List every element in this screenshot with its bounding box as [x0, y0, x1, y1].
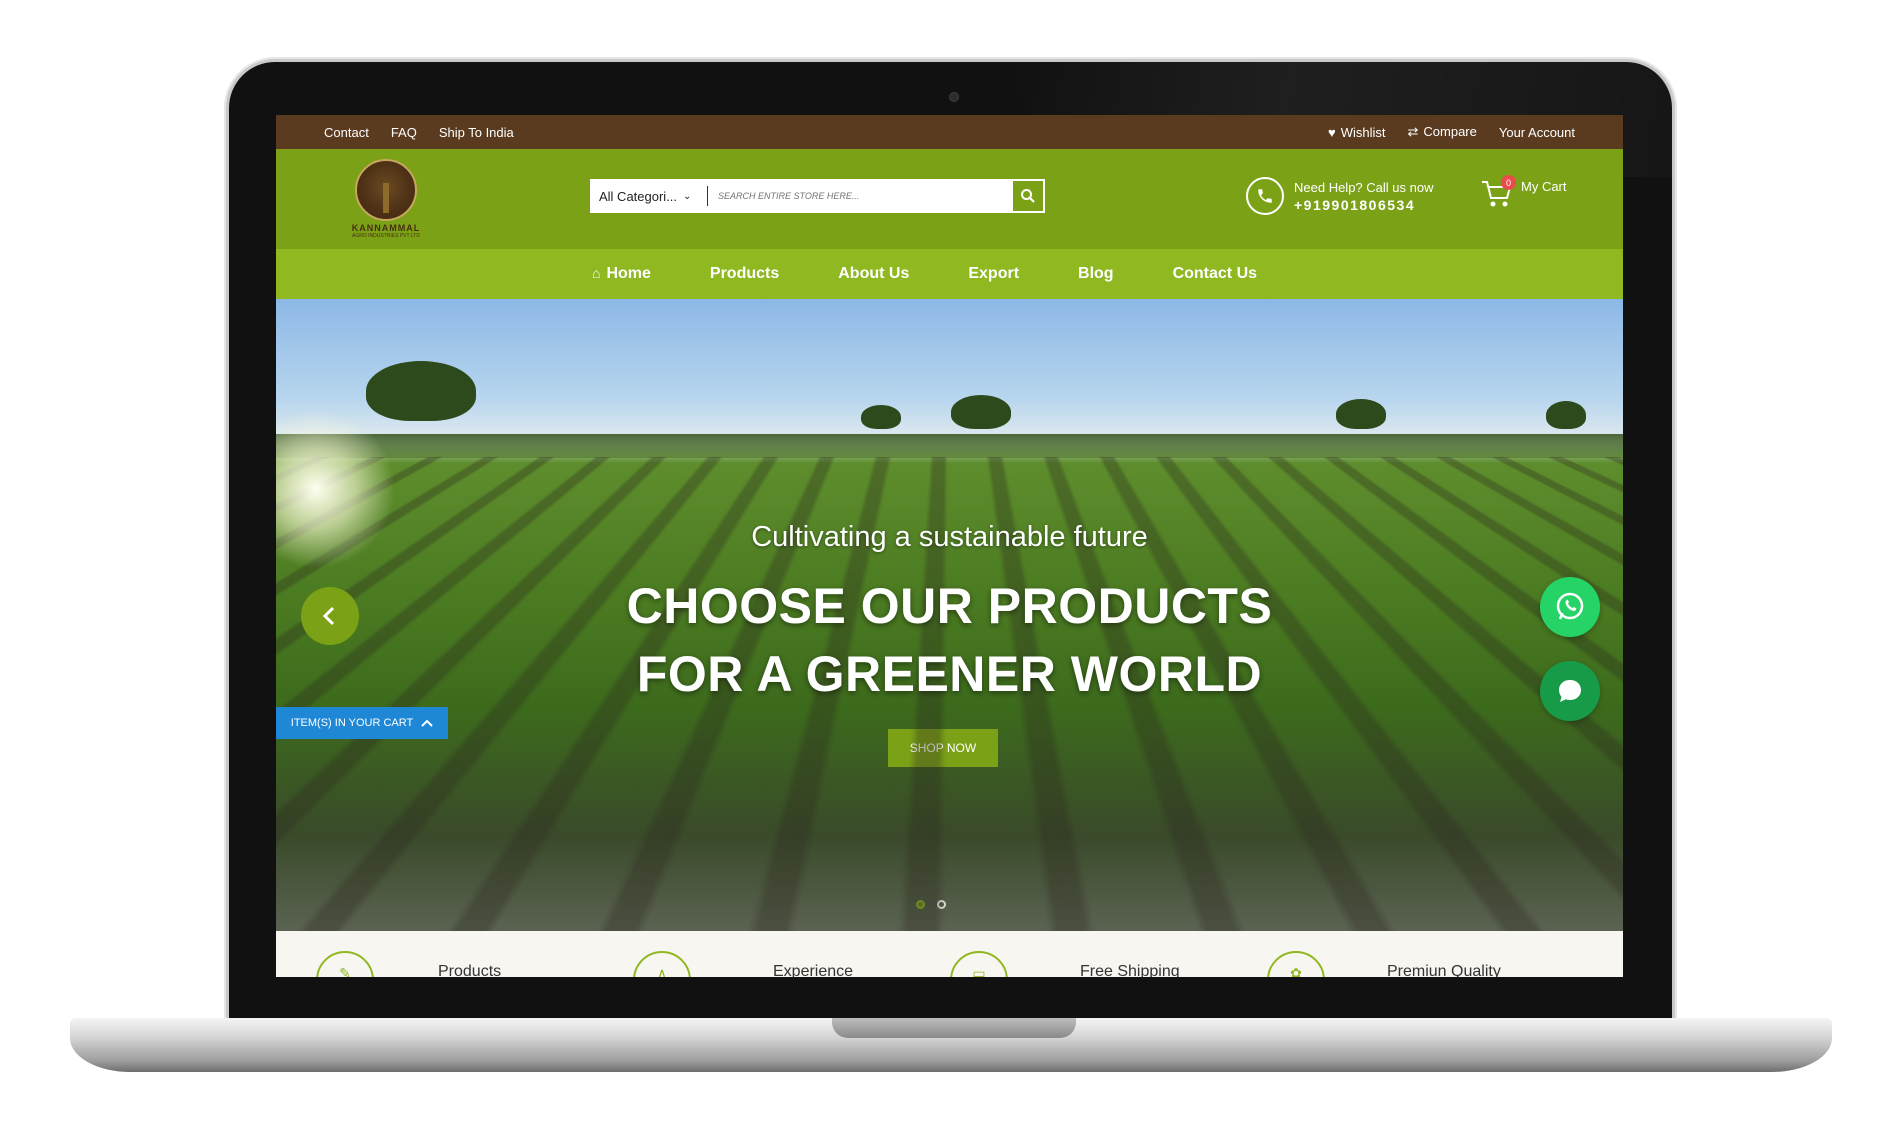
chat-bubble-icon	[1559, 680, 1581, 702]
camera-icon	[949, 92, 959, 102]
header: KANNAMMAL AGRO INDUSTRIES PVT LTD All Ca…	[276, 149, 1623, 249]
truck-icon: ▭	[950, 951, 1008, 977]
shop-now-button[interactable]: SHOP NOW	[888, 729, 998, 767]
category-select[interactable]: All Categori... ⌄	[590, 186, 708, 206]
wishlist-link[interactable]: ♥ Wishlist	[1328, 125, 1386, 140]
compare-label: Compare	[1423, 124, 1477, 139]
chat-button[interactable]	[1540, 661, 1600, 721]
feature-shipping: ▭ Free Shipping	[950, 951, 1180, 977]
logo-name: KANNAMMAL	[351, 223, 421, 233]
website-screen: Contact FAQ Ship To India ♥ Wishlist ⇄ Com…	[276, 115, 1623, 977]
cart-button[interactable]: 0 My Cart	[1481, 175, 1567, 209]
main-nav: ⌂ Home Products About Us Export Blog Cont…	[276, 249, 1623, 299]
leaf-icon: ✎	[316, 951, 374, 977]
hero-horizon	[276, 434, 1623, 458]
chevron-left-icon	[322, 606, 335, 626]
hero-subtitle: Cultivating a sustainable future	[751, 521, 1148, 553]
top-link-faq[interactable]: FAQ	[391, 125, 417, 140]
phone-icon	[1246, 177, 1284, 215]
logo-tree-icon	[355, 159, 417, 221]
feature-experience: ∧ Experience	[633, 951, 853, 977]
compare-link[interactable]: ⇄ Compare	[1407, 124, 1476, 140]
nav-item-products[interactable]: Products	[710, 265, 779, 283]
feature-label: Free Shipping	[1080, 963, 1180, 977]
category-value: All Categori...	[599, 188, 678, 204]
search-icon	[1021, 189, 1035, 203]
hero-headline-1: CHOOSE OUR PRODUCTS	[626, 578, 1273, 634]
nav-item-about[interactable]: About Us	[838, 265, 909, 283]
quality-icon: ✿	[1267, 951, 1325, 977]
feature-label: Products	[438, 963, 502, 977]
laptop-notch	[832, 1018, 1076, 1038]
search-input[interactable]	[708, 179, 1011, 213]
search-button[interactable]	[1011, 179, 1045, 213]
nav-item-export[interactable]: Export	[968, 265, 1019, 283]
top-links: Contact FAQ Ship To India	[324, 125, 514, 140]
award-icon: ∧	[633, 951, 691, 977]
cart-label: My Cart	[1521, 179, 1567, 194]
hero-tree	[1546, 401, 1586, 429]
feature-quality: ✿ Premiun Quality	[1267, 951, 1501, 977]
slider-dot-2[interactable]	[937, 900, 946, 909]
features-strip: ✎ Products ∧ Experience ▭ Free Shipping …	[276, 931, 1623, 977]
heart-icon: ♥	[1327, 124, 1336, 140]
help-label: Need Help? Call us now	[1294, 179, 1434, 195]
account-link[interactable]: Your Account	[1499, 125, 1575, 140]
slider-dots	[916, 900, 946, 909]
slider-dot-1[interactable]	[916, 900, 925, 909]
cart-items-tab[interactable]: ITEM(S) IN YOUR CART	[276, 707, 448, 739]
search-bar: All Categori... ⌄	[590, 179, 1045, 213]
nav-item-blog[interactable]: Blog	[1078, 265, 1114, 283]
chevron-down-icon: ⌄	[683, 190, 692, 202]
hero-tree	[366, 361, 476, 421]
logo[interactable]: KANNAMMAL AGRO INDUSTRIES PVT LTD	[344, 159, 428, 239]
top-link-ship[interactable]: Ship To India	[439, 125, 514, 140]
feature-products: ✎ Products	[316, 951, 501, 977]
hero-headline-2: FOR A GREENER WORLD	[636, 646, 1263, 702]
hero-tree	[1336, 399, 1386, 429]
help-contact[interactable]: Need Help? Call us now +919901806534	[1246, 177, 1433, 215]
slider-prev-button[interactable]	[301, 587, 359, 645]
chevron-up-icon	[421, 719, 433, 727]
help-phone[interactable]: +919901806534	[1294, 197, 1433, 213]
feature-label: Premiun Quality	[1387, 963, 1501, 977]
top-actions: ♥ Wishlist ⇄ Compare Your Account	[1328, 124, 1575, 140]
compare-icon: ⇄	[1407, 124, 1419, 139]
home-icon: ⌂	[591, 265, 601, 281]
nav-item-home[interactable]: ⌂ Home	[592, 265, 651, 283]
wishlist-label: Wishlist	[1340, 124, 1386, 140]
whatsapp-button[interactable]	[1540, 577, 1600, 637]
logo-tagline: AGRO INDUSTRIES PVT LTD	[352, 233, 420, 239]
nav-home-label: Home	[606, 265, 651, 282]
whatsapp-icon	[1556, 592, 1584, 620]
hero-slider: Cultivating a sustainable future CHOOSE …	[276, 299, 1623, 931]
nav-item-contact[interactable]: Contact Us	[1173, 265, 1257, 283]
top-link-contact[interactable]: Contact	[324, 125, 369, 140]
cart-tab-label: ITEM(S) IN YOUR CART	[290, 717, 414, 729]
hero-tree	[861, 405, 901, 429]
hero-tree	[951, 395, 1011, 429]
feature-label: Experience	[773, 963, 854, 977]
cart-count-badge: 0	[1501, 175, 1516, 190]
top-bar: Contact FAQ Ship To India ♥ Wishlist ⇄ Com…	[276, 115, 1623, 149]
